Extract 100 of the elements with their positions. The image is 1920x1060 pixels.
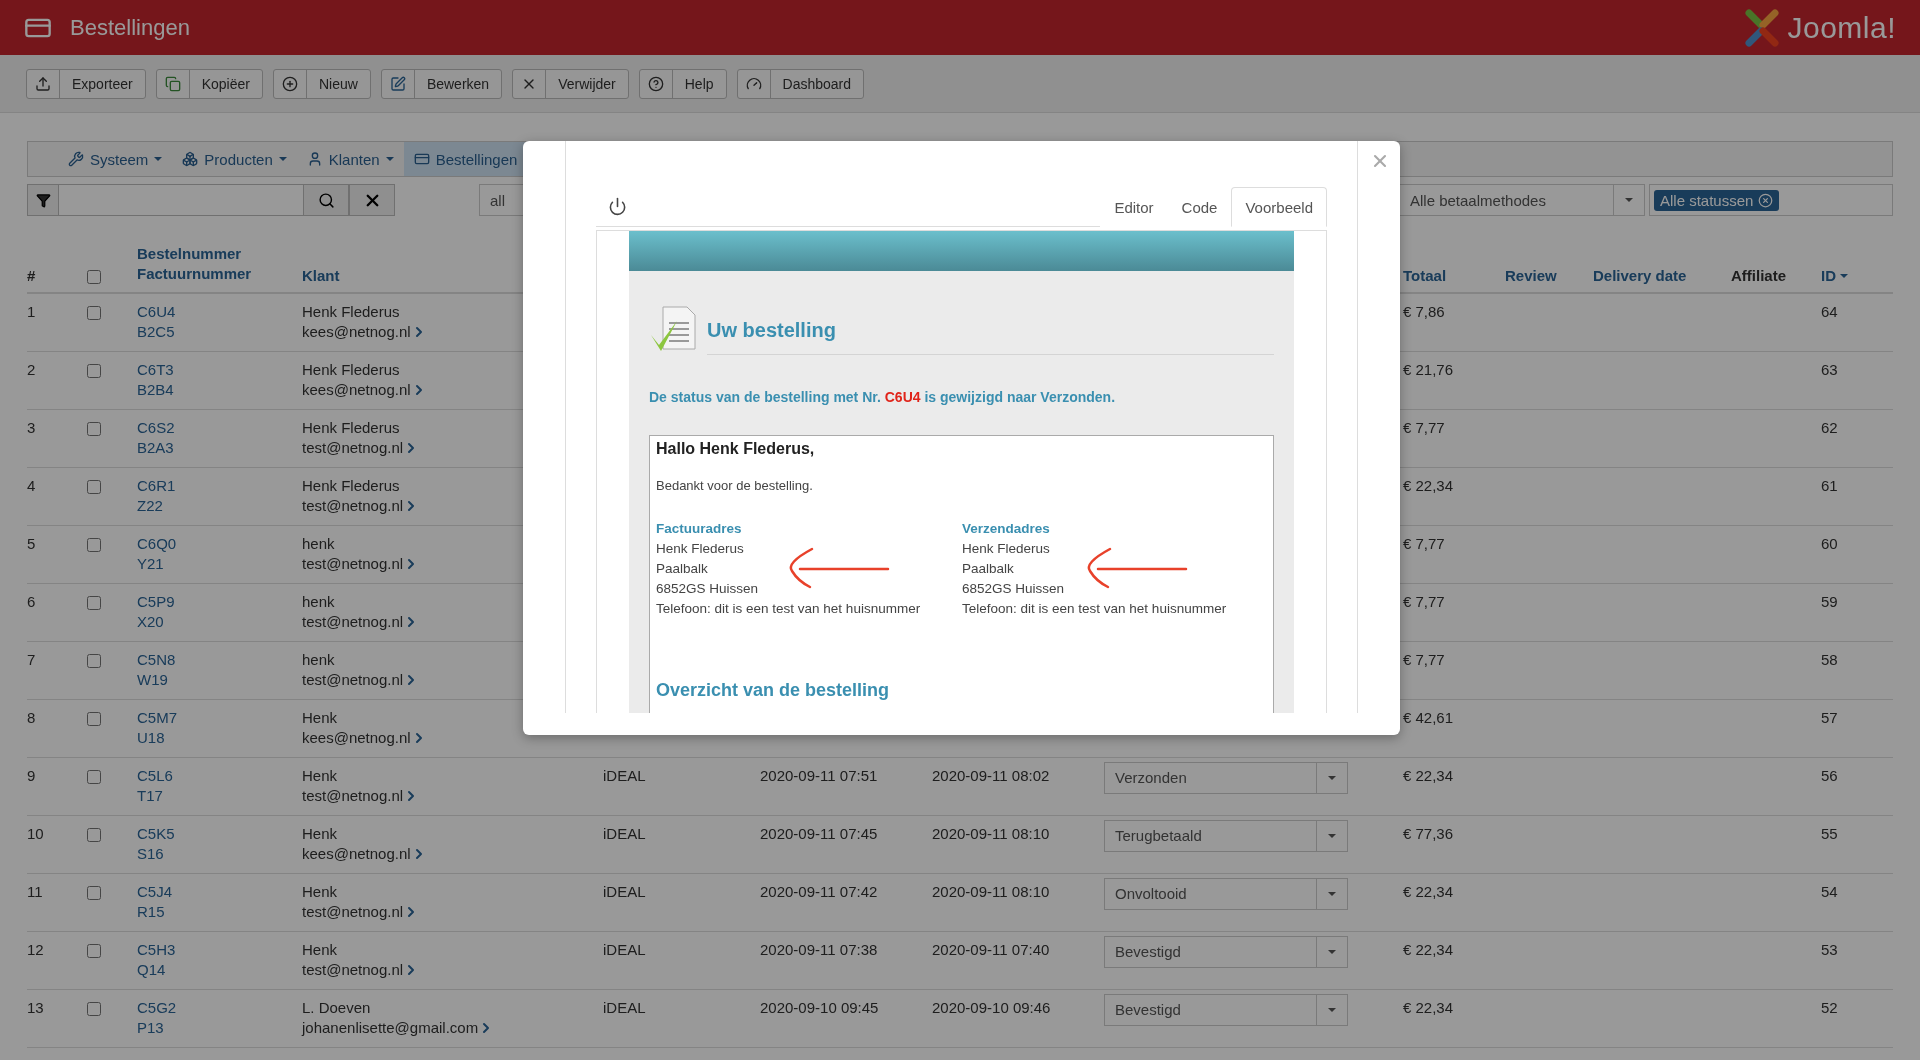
- invoice-number-link[interactable]: B2A3: [137, 438, 302, 458]
- row-checkbox[interactable]: [87, 654, 101, 668]
- editor-tab[interactable]: Voorbeeld: [1231, 187, 1327, 227]
- invoice-number-link[interactable]: U18: [137, 728, 302, 748]
- column-header[interactable]: Review: [1505, 267, 1593, 284]
- order-number-link[interactable]: C5M7: [137, 708, 302, 728]
- row-checkbox[interactable]: [87, 886, 101, 900]
- order-number-link[interactable]: C5L6: [137, 766, 302, 786]
- upload-icon: [35, 75, 51, 92]
- payment-method: iDEAL: [603, 882, 647, 902]
- column-header[interactable]: Delivery date: [1593, 267, 1731, 284]
- order-number-link[interactable]: C6T3: [137, 360, 302, 380]
- search-button[interactable]: [303, 184, 349, 216]
- row-number: 12: [27, 940, 45, 960]
- filter-button[interactable]: [27, 184, 59, 216]
- invoice-number-link[interactable]: S16: [137, 844, 302, 864]
- row-checkbox[interactable]: [87, 306, 101, 320]
- row-number: 11: [27, 882, 44, 902]
- toolbar-button[interactable]: Verwijder: [512, 68, 629, 99]
- toolbar-button[interactable]: Kopiëer: [155, 68, 263, 99]
- column-header[interactable]: ID: [1821, 267, 1901, 284]
- row-checkbox[interactable]: [87, 770, 101, 784]
- payment-select[interactable]: Alle betaalmethodes: [1399, 184, 1645, 216]
- order-number-link[interactable]: C5H3: [137, 940, 302, 960]
- menu-item[interactable]: Systeem: [58, 142, 173, 176]
- customer-email-link[interactable]: test@netnog.nl: [302, 612, 603, 632]
- toolbar-button[interactable]: Exporteer: [26, 68, 146, 99]
- row-checkbox[interactable]: [87, 944, 101, 958]
- toolbar-button[interactable]: Help: [638, 68, 727, 99]
- order-number-link[interactable]: C6U4: [137, 302, 302, 322]
- total-amount: € 22,34: [1403, 766, 1455, 786]
- order-number-link[interactable]: C5K5: [137, 824, 302, 844]
- select-all-checkbox[interactable]: [87, 270, 101, 284]
- status-select[interactable]: Onvoltooid: [1104, 878, 1348, 910]
- row-checkbox[interactable]: [87, 712, 101, 726]
- customer-email-link[interactable]: test@netnog.nl: [302, 554, 603, 574]
- customer-email-link[interactable]: kees@netnog.nl: [302, 844, 603, 864]
- status-select[interactable]: Bevestigd: [1104, 936, 1348, 968]
- toolbar-button[interactable]: Nieuw: [272, 68, 371, 99]
- status-select[interactable]: Terugbetaald: [1104, 820, 1348, 852]
- order-number-link[interactable]: C5P9: [137, 592, 302, 612]
- search-field[interactable]: [59, 184, 303, 216]
- invoice-number-link[interactable]: W19: [137, 670, 302, 690]
- status-tag[interactable]: Alle statussen: [1654, 189, 1780, 211]
- power-icon: [608, 197, 627, 216]
- order-number-link[interactable]: C6Q0: [137, 534, 302, 554]
- row-checkbox[interactable]: [87, 364, 101, 378]
- address-line: Telefoon: dit is een test van het huisnummer: [656, 600, 921, 618]
- order-number-link[interactable]: C5N8: [137, 650, 302, 670]
- menu-item[interactable]: Producten: [172, 142, 297, 176]
- customer-name: Henk Flederus: [302, 302, 401, 322]
- invoice-number-link[interactable]: R15: [137, 902, 302, 922]
- customer-email-link[interactable]: kees@netnog.nl: [302, 728, 603, 748]
- status-select[interactable]: Verzonden: [1104, 762, 1348, 794]
- customer-email-link[interactable]: test@netnog.nl: [302, 902, 603, 922]
- customer-email-link[interactable]: johanenlisette@gmail.com: [302, 1018, 603, 1038]
- invoice-number-link[interactable]: Y21: [137, 554, 302, 574]
- row-checkbox[interactable]: [87, 538, 101, 552]
- power-button[interactable]: [608, 197, 627, 216]
- row-number: 13: [27, 998, 45, 1018]
- invoice-number-link[interactable]: T17: [137, 786, 302, 806]
- address-line: 6852GS Huissen: [962, 580, 1065, 598]
- clear-button[interactable]: [349, 184, 395, 216]
- invoice-number-link[interactable]: Z22: [137, 496, 302, 516]
- toolbar-button[interactable]: Dashboard: [736, 68, 865, 99]
- row-number: 5: [27, 534, 37, 554]
- invoice-number-link[interactable]: B2C5: [137, 322, 302, 342]
- customer-email-link[interactable]: test@netnog.nl: [302, 786, 603, 806]
- order-number-link[interactable]: C5J4: [137, 882, 302, 902]
- remove-icon[interactable]: [1758, 192, 1774, 208]
- row-checkbox[interactable]: [87, 422, 101, 436]
- total-amount: € 22,34: [1403, 998, 1455, 1018]
- column-header[interactable]: Totaal: [1403, 267, 1505, 284]
- column-header[interactable]: Bestelnummer: [137, 244, 302, 264]
- column-header[interactable]: Factuurnummer: [137, 264, 302, 284]
- order-number-link[interactable]: C6R1: [137, 476, 302, 496]
- order-number-link[interactable]: C5G2: [137, 998, 302, 1018]
- order-number-link[interactable]: C6S2: [137, 418, 302, 438]
- invoice-number-link[interactable]: X20: [137, 612, 302, 632]
- row-checkbox[interactable]: [87, 480, 101, 494]
- menu-item[interactable]: Klanten: [296, 142, 404, 176]
- status-filter-field[interactable]: Alle statussen: [1649, 184, 1893, 216]
- customer-email-link[interactable]: test@netnog.nl: [302, 960, 603, 980]
- row-checkbox[interactable]: [87, 596, 101, 610]
- customer-email-link[interactable]: kees@netnog.nl: [302, 380, 603, 400]
- invoice-number-link[interactable]: B2B4: [137, 380, 302, 400]
- status-select[interactable]: Bevestigd: [1104, 994, 1348, 1026]
- customer-email-link[interactable]: test@netnog.nl: [302, 496, 603, 516]
- total-amount: € 22,34: [1403, 882, 1455, 902]
- customer-email-link[interactable]: kees@netnog.nl: [302, 322, 603, 342]
- total-amount: € 22,34: [1403, 476, 1455, 496]
- row-checkbox[interactable]: [87, 828, 101, 842]
- customer-email-link[interactable]: test@netnog.nl: [302, 670, 603, 690]
- invoice-number-link[interactable]: Q14: [137, 960, 302, 980]
- row-checkbox[interactable]: [87, 1002, 101, 1016]
- row-number: 6: [27, 592, 37, 612]
- total-amount: € 7,86: [1403, 302, 1446, 322]
- invoice-number-link[interactable]: P13: [137, 1018, 302, 1038]
- customer-email-link[interactable]: test@netnog.nl: [302, 438, 603, 458]
- toolbar-button[interactable]: Bewerken: [380, 68, 503, 99]
